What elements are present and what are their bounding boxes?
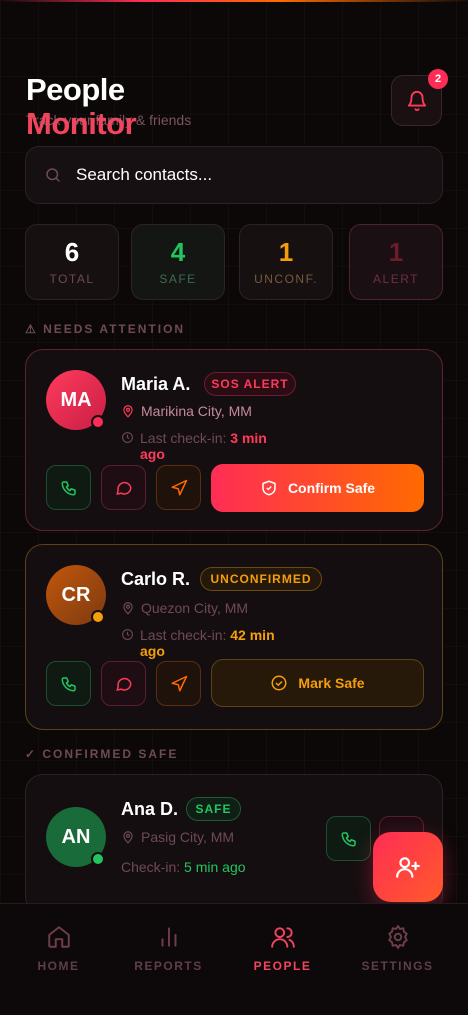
- message-button[interactable]: [101, 465, 146, 510]
- nav-people-label: PEOPLE: [253, 959, 312, 973]
- bottom-navigation: HOME REPORTS PEOPLE SETTINGS: [0, 903, 468, 1015]
- nav-home-label: HOME: [37, 959, 80, 973]
- nav-settings[interactable]: SETTINGS: [339, 924, 456, 973]
- contact-card-carlo[interactable]: CR Carlo R. UNCONFIRMED Quezon City, MM …: [25, 544, 443, 730]
- stat-unconfirmed: 1 UNCONF.: [239, 224, 333, 300]
- phone-icon: [61, 480, 76, 495]
- call-button[interactable]: [46, 465, 91, 510]
- bar-chart-icon: [161, 927, 176, 947]
- stat-total-label: TOTAL: [49, 272, 95, 286]
- clock-icon: [122, 432, 133, 443]
- clock-icon: [122, 629, 133, 640]
- message-icon: [115, 677, 132, 691]
- stat-safe: 4 SAFE: [131, 224, 225, 300]
- check-circle-icon: [271, 675, 287, 691]
- phone-icon: [341, 831, 356, 846]
- status-dot: [91, 415, 105, 429]
- map-pin-icon: [123, 831, 133, 844]
- contact-checkin: Check-in: 5 min ago: [121, 859, 246, 875]
- status-dot: [91, 852, 105, 866]
- navigate-button[interactable]: [156, 465, 201, 510]
- status-badge: UNCONFIRMED: [200, 567, 322, 591]
- stat-alert: 1 ALERT: [349, 224, 443, 300]
- stat-alert-label: ALERT: [373, 272, 419, 286]
- message-button[interactable]: [101, 661, 146, 706]
- status-badge: SOS ALERT: [204, 372, 296, 396]
- contact-location: Quezon City, MM: [121, 600, 248, 616]
- add-contact-button[interactable]: [373, 832, 443, 902]
- search-icon: [46, 168, 60, 182]
- top-accent-line: [0, 0, 468, 2]
- users-icon: [270, 927, 295, 948]
- call-button[interactable]: [326, 816, 371, 861]
- contact-card-maria[interactable]: MA Maria A. SOS ALERT Marikina City, MM …: [25, 349, 443, 531]
- nav-reports-label: REPORTS: [134, 959, 203, 973]
- search-input[interactable]: [76, 165, 416, 185]
- navigation-icon: [171, 479, 187, 495]
- nav-settings-label: SETTINGS: [361, 959, 434, 973]
- status-dot: [91, 610, 105, 624]
- map-pin-icon: [123, 405, 133, 418]
- page-title: People: [26, 72, 125, 107]
- contact-name: Ana D.: [121, 799, 179, 819]
- message-icon: [115, 481, 132, 495]
- mark-safe-button[interactable]: Mark Safe: [211, 659, 424, 707]
- nav-home[interactable]: HOME: [0, 924, 117, 973]
- status-badge: SAFE: [186, 797, 241, 821]
- stat-safe-value: 4: [170, 237, 186, 267]
- stat-unconfirmed-label: UNCONF.: [254, 272, 318, 286]
- home-icon: [47, 926, 70, 948]
- phone-icon: [61, 676, 76, 691]
- stat-unconfirmed-value: 1: [278, 237, 294, 267]
- stat-total: 6 TOTAL: [25, 224, 119, 300]
- confirm-safe-button[interactable]: Confirm Safe: [211, 464, 424, 512]
- contact-checkin: Last check-in: 42 min ago: [121, 627, 291, 659]
- search-bar[interactable]: [25, 146, 443, 204]
- contact-checkin: Last check-in: 3 min ago: [121, 430, 281, 462]
- contact-location: Pasig City, MM: [121, 829, 234, 845]
- gear-icon: [387, 924, 408, 950]
- nav-reports[interactable]: REPORTS: [110, 924, 227, 973]
- section-needs-attention: ⚠ NEEDS ATTENTION: [25, 322, 186, 336]
- contact-name: Maria A.: [121, 374, 191, 394]
- map-pin-icon: [123, 602, 133, 615]
- stat-total-value: 6: [64, 237, 80, 267]
- page-title-accent: Monitor: [26, 106, 137, 141]
- call-button[interactable]: [46, 661, 91, 706]
- contact-name: Carlo R.: [121, 569, 191, 589]
- bell-icon: [407, 90, 426, 111]
- navigate-button[interactable]: [156, 661, 201, 706]
- user-plus-icon: [396, 857, 420, 878]
- notifications-badge: 2: [428, 69, 448, 89]
- stat-safe-label: SAFE: [159, 272, 197, 286]
- stat-alert-value: 1: [388, 237, 404, 267]
- section-confirmed-safe: ✓ CONFIRMED SAFE: [25, 747, 179, 761]
- navigation-icon: [171, 675, 187, 691]
- shield-check-icon: [262, 480, 276, 496]
- contact-location: Marikina City, MM: [121, 403, 252, 419]
- nav-people[interactable]: PEOPLE: [224, 924, 341, 973]
